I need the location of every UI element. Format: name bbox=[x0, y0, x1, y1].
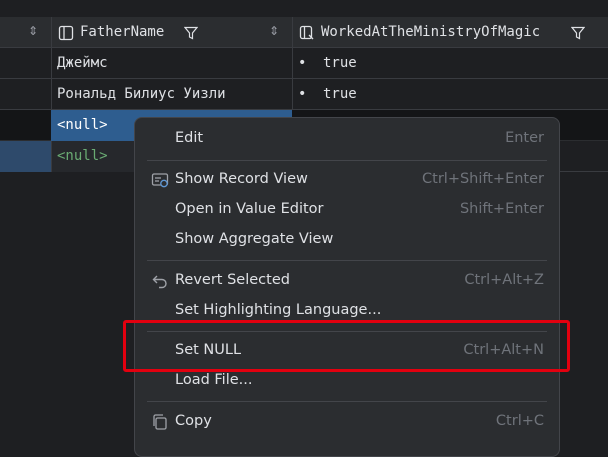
row-number-selected[interactable] bbox=[0, 141, 51, 172]
cell-value: <null> bbox=[57, 148, 108, 164]
column-header-label: FatherName bbox=[80, 24, 165, 40]
menu-item-label: Open in Value Editor bbox=[175, 201, 324, 217]
menu-item-label: Copy bbox=[175, 413, 212, 429]
highlight-box bbox=[123, 320, 570, 372]
menu-item-show-aggregate-view[interactable]: Show Aggregate View bbox=[135, 225, 559, 255]
bullet-icon: • bbox=[298, 86, 307, 102]
sort-icon[interactable]: ⇕ bbox=[28, 24, 38, 38]
row-number-header[interactable]: ⇕ bbox=[0, 17, 51, 48]
cell-value: true bbox=[323, 86, 357, 102]
menu-item-shortcut: Ctrl+Shift+Enter bbox=[422, 171, 544, 187]
column-icon bbox=[58, 25, 74, 41]
menu-item-edit[interactable]: Edit Enter bbox=[135, 124, 559, 154]
column-header-label: WorkedAtTheMinistryOfMagic bbox=[321, 24, 541, 40]
menu-item-open-in-value-editor[interactable]: Open in Value Editor Shift+Enter bbox=[135, 195, 559, 225]
cell-fathername[interactable]: Джеймс bbox=[51, 48, 292, 79]
menu-separator bbox=[147, 260, 547, 261]
menu-item-show-record-view[interactable]: Show Record View Ctrl+Shift+Enter bbox=[135, 165, 559, 195]
menu-separator bbox=[147, 160, 547, 161]
cell-worked[interactable]: • true bbox=[292, 79, 608, 110]
menu-item-revert-selected[interactable]: Revert Selected Ctrl+Alt+Z bbox=[135, 266, 559, 296]
menu-item-label: Revert Selected bbox=[175, 272, 290, 288]
menu-item-shortcut: Ctrl+C bbox=[495, 413, 544, 429]
cell-value: Джеймс bbox=[57, 55, 108, 71]
column-header-fathername[interactable]: FatherName ⇕ bbox=[51, 17, 292, 48]
menu-separator bbox=[147, 401, 547, 402]
cell-value: <null> bbox=[57, 117, 108, 133]
menu-item-label: Show Aggregate View bbox=[175, 231, 334, 247]
menu-item-label: Load File... bbox=[175, 372, 253, 388]
copy-icon bbox=[153, 414, 167, 430]
cell-value: Рональд Билиус Уизли bbox=[57, 86, 226, 102]
column-header-workedattheministryofmagic[interactable]: WorkedAtTheMinistryOfMagic bbox=[292, 17, 608, 48]
menu-item-label: Show Record View bbox=[175, 171, 308, 187]
cell-worked[interactable]: • true bbox=[292, 48, 608, 79]
menu-item-shortcut: Shift+Enter bbox=[459, 201, 544, 217]
menu-item-copy[interactable]: Copy Ctrl+C bbox=[135, 407, 559, 437]
cell-fathername[interactable]: Рональд Билиус Уизли bbox=[51, 79, 292, 110]
filter-icon[interactable] bbox=[571, 26, 585, 40]
menu-item-shortcut: Enter bbox=[505, 130, 544, 146]
context-menu: Edit Enter Show Record View Ctrl+Shift+E… bbox=[134, 117, 560, 457]
column-key-icon bbox=[299, 25, 314, 40]
bullet-icon: • bbox=[298, 55, 307, 71]
sort-icon[interactable]: ⇕ bbox=[269, 24, 279, 38]
menu-item-label: Set Highlighting Language... bbox=[175, 302, 382, 318]
table-row[interactable]: Рональд Билиус Уизли • true bbox=[0, 79, 608, 110]
menu-item-shortcut: Ctrl+Alt+Z bbox=[464, 272, 544, 288]
filter-icon[interactable] bbox=[184, 26, 198, 40]
cell-value: true bbox=[323, 55, 357, 71]
table-row[interactable]: Джеймс • true bbox=[0, 48, 608, 79]
record-view-icon bbox=[151, 173, 169, 188]
revert-icon bbox=[152, 275, 167, 289]
menu-item-label: Edit bbox=[175, 130, 204, 146]
